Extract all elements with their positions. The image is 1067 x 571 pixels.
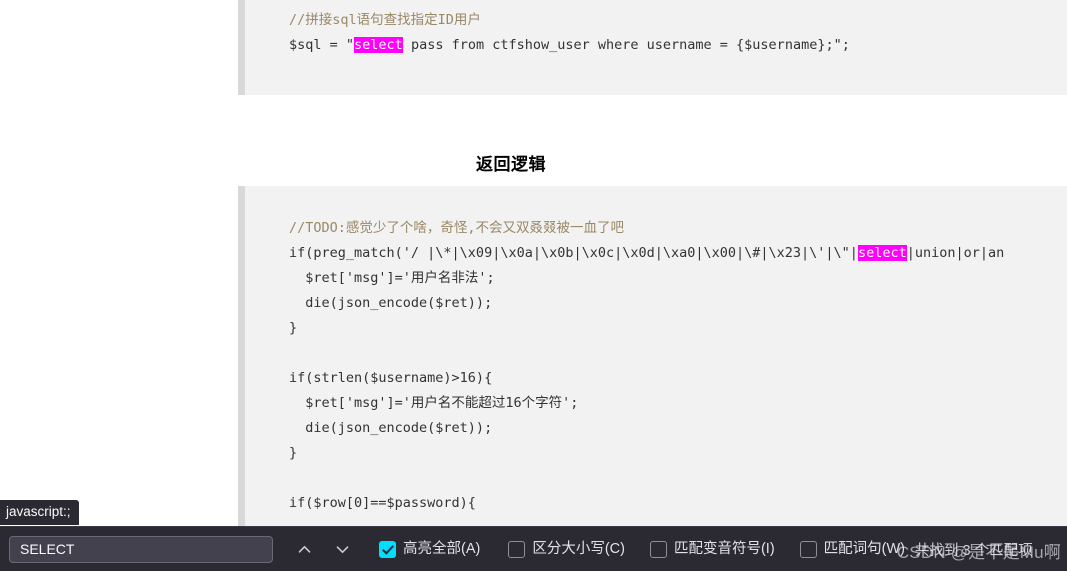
find-result-status: 共找到 3 个匹配项	[915, 542, 1033, 559]
chevron-up-icon	[298, 545, 310, 553]
checkbox-box-icon	[799, 540, 817, 558]
link-status-tooltip: javascript:;	[0, 500, 79, 525]
code-block-sql: //拼接sql语句查找指定ID用户 $sql = "select pass fr…	[238, 0, 1067, 95]
code-line: $ret['msg']='用户名不能超过16个字符';	[289, 395, 579, 411]
code-line: }	[289, 445, 298, 461]
code-line: if(preg_match('/ |\*|\x09|\x0a|\x0b|\x0c…	[289, 245, 1004, 261]
find-bar: SELECT 高亮全部(A) 区分大小写(C) 匹配变音符号(I) 匹配词句(W…	[0, 526, 1067, 571]
highlight-all-checkbox[interactable]: 高亮全部(A)	[379, 540, 480, 558]
code-line: if($row[0]==$password){	[289, 495, 476, 511]
find-previous-button[interactable]	[289, 534, 319, 564]
match-case-checkbox[interactable]: 区分大小写(C)	[508, 540, 625, 558]
checkbox-box-checked-icon	[379, 540, 396, 558]
find-input[interactable]: SELECT	[9, 535, 273, 563]
match-diacritics-checkbox[interactable]: 匹配变音符号(I)	[649, 540, 775, 558]
chevron-down-icon	[336, 545, 348, 553]
code-segment-pre: $sql = "	[289, 37, 355, 53]
section-heading: 返回逻辑	[476, 155, 546, 174]
whole-words-checkbox[interactable]: 匹配词句(W)	[799, 540, 906, 558]
browser-page-content: //拼接sql语句查找指定ID用户 $sql = "select pass fr…	[0, 0, 1067, 571]
match-diacritics-label: 匹配变音符号(I)	[673, 541, 775, 557]
code-segment-pre: if(preg_match('/ |\*|\x09|\x0a|\x0b|\x0c…	[289, 245, 858, 261]
code-line: $sql = "select pass from ctfshow_user wh…	[289, 37, 850, 53]
find-next-button[interactable]	[327, 534, 357, 564]
code-block-logic: //TODO:感觉少了个啥，奇怪,不会又双叒叕被一血了吧 if(preg_mat…	[238, 186, 1067, 571]
code-segment-post: pass from ctfshow_user where username = …	[402, 37, 850, 53]
code-line: $ret['msg']='用户名非法';	[289, 270, 495, 286]
code-line: }	[289, 320, 298, 336]
whole-words-label: 匹配词句(W)	[823, 541, 906, 557]
code-comment-line: //拼接sql语句查找指定ID用户	[289, 12, 481, 28]
checkbox-box-icon	[649, 540, 667, 558]
code-segment-post: |union|or|an	[906, 245, 1005, 261]
code-comment-line: //TODO:感觉少了个啥，奇怪,不会又双叒叕被一血了吧	[289, 220, 625, 236]
article-body: //拼接sql语句查找指定ID用户 $sql = "select pass fr…	[238, 0, 1067, 571]
code-line: die(json_encode($ret));	[289, 295, 493, 311]
highlight-all-label: 高亮全部(A)	[403, 541, 481, 557]
checkbox-box-icon	[508, 540, 526, 558]
code-block-logic-text: //TODO:感觉少了个啥，奇怪,不会又双叒叕被一血了吧 if(preg_mat…	[245, 186, 1067, 516]
match-case-label: 区分大小写(C)	[532, 541, 625, 557]
search-match-highlight: select	[857, 245, 907, 261]
search-match-highlight: select	[354, 37, 403, 53]
code-line: die(json_encode($ret));	[289, 420, 493, 436]
code-block-sql-text: //拼接sql语句查找指定ID用户 $sql = "select pass fr…	[245, 0, 1067, 58]
code-line: if(strlen($username)>16){	[289, 370, 493, 386]
